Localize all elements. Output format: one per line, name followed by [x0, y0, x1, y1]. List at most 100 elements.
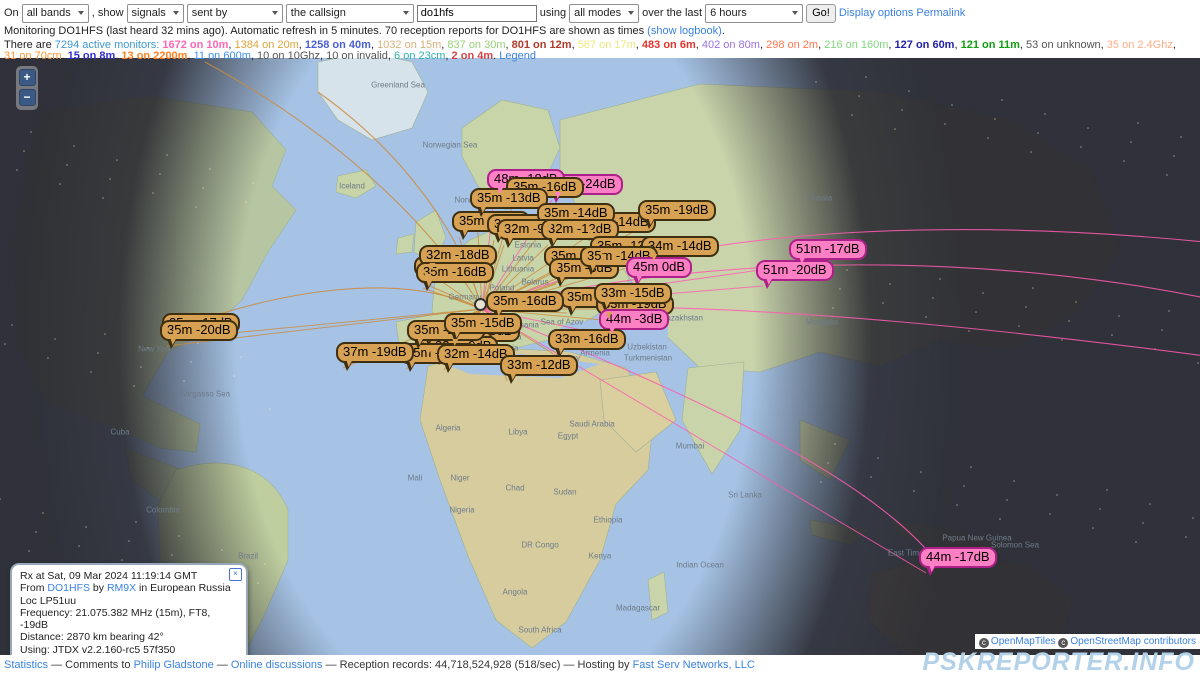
monitor-band-count: 402 on 80m — [702, 39, 760, 51]
link[interactable]: Fast Serv Networks, LLC — [633, 659, 755, 671]
monitor-band-count: 10 on 10Ghz — [257, 50, 320, 62]
link[interactable]: RM9X — [107, 582, 136, 594]
report-balloon[interactable]: 51m -17dB — [789, 239, 867, 260]
map-place-label: Colombia — [146, 506, 180, 515]
map-place-label: Uzbekistan — [627, 343, 667, 352]
monitor-band-count: 127 on 60m — [895, 39, 955, 51]
map-place-label: Cuba — [110, 428, 129, 437]
map-place-label: Egypt — [558, 432, 578, 441]
link[interactable]: Online discussions — [231, 659, 323, 671]
zoom-in-button[interactable]: + — [19, 69, 36, 86]
map-place-label: Mumbai — [676, 442, 704, 451]
display-options-link[interactable]: Display options — [839, 7, 914, 19]
signals-select-value: signals — [132, 7, 166, 19]
band-select[interactable]: all bands — [22, 4, 89, 23]
legend-link[interactable]: Legend — [499, 50, 536, 62]
map-place-label: DR Congo — [521, 541, 558, 550]
link[interactable]: Philip Gladstone — [134, 659, 214, 671]
map-place-label: Sri Lanka — [728, 491, 762, 500]
report-balloon[interactable]: 35m -15dB — [444, 313, 522, 334]
sent-by-select-value: sent by — [192, 7, 227, 19]
monitor-band-count: 216 on 160m — [824, 39, 888, 51]
report-balloon[interactable]: 33m -16dB — [548, 329, 626, 350]
map-place-label: Norwegian Sea — [423, 141, 478, 150]
link[interactable]: (show logbook) — [647, 25, 722, 37]
map-place-label: Brazil — [238, 552, 258, 561]
map-place-label: Sea of Azov — [541, 318, 584, 327]
map-place-label: Algeria — [436, 424, 461, 433]
map-place-label: Belarus — [521, 278, 548, 287]
report-balloon[interactable]: 44m -17dB — [919, 547, 997, 568]
text-segment: From — [20, 582, 47, 594]
map-place-label: Madagascar — [616, 604, 660, 613]
monitor-band-count: 11 on 600m — [194, 50, 251, 62]
report-balloon[interactable]: 45m 0dB — [626, 257, 692, 278]
monitor-band-count: 10 on invalid — [326, 50, 388, 62]
text-segment: — — [214, 659, 231, 671]
go-button[interactable]: Go! — [806, 4, 836, 23]
pskreporter-page: Greenland SeaNorwegian SeaIcelandNorwayS… — [0, 0, 1200, 675]
text-segment: Monitoring DO1HFS (last heard 32 mins ag… — [4, 25, 647, 37]
map-zoom-control: + − — [16, 66, 38, 110]
monitor-band-count: 31 on 70cm — [4, 50, 61, 62]
monitor-band-count: 567 on 17m — [578, 39, 636, 51]
map-place-label: South Africa — [518, 626, 561, 635]
chevron-down-icon — [78, 11, 84, 15]
map-place-label: Angola — [503, 588, 528, 597]
signals-select[interactable]: signals — [127, 4, 184, 23]
band-select-value: all bands — [27, 7, 71, 19]
monitor-band-count: 298 on 2m — [766, 39, 818, 51]
chevron-down-icon — [272, 11, 278, 15]
map-place-label: Sargasso Sea — [180, 390, 230, 399]
callsign-type-value: the callsign — [291, 7, 346, 19]
report-balloon[interactable]: 33m -12dB — [500, 355, 578, 376]
report-balloon[interactable]: 37m -19dB — [336, 342, 414, 363]
map-place-label: Chad — [505, 484, 524, 493]
copyright-icon: c — [979, 638, 989, 648]
report-balloon[interactable]: 35m -13dB — [470, 188, 548, 209]
sent-by-select[interactable]: sent by — [187, 4, 283, 23]
link[interactable]: Statistics — [4, 659, 48, 671]
map-attribution: cOpenMapTiles cOpenStreetMap contributor… — [975, 634, 1200, 649]
link[interactable]: DO1HFS — [47, 582, 90, 594]
text-segment: , — [1173, 39, 1176, 51]
callsign-type-select[interactable]: the callsign — [286, 4, 414, 23]
map-place-label: Latvia — [512, 254, 533, 263]
monitor-band-count: 483 on 6m — [642, 39, 696, 51]
callsign-input[interactable] — [417, 5, 537, 22]
map-place-label: Lithuania — [502, 265, 534, 274]
map-place-label: Sudan — [553, 488, 576, 497]
chevron-down-icon — [173, 11, 179, 15]
active-monitors-line: There are 7294 active monitors: 1672 on … — [4, 40, 1200, 62]
monitor-band-count: 2 on 4m — [452, 50, 494, 62]
map-place-label: Greenland Sea — [371, 81, 425, 90]
query-toolbar: On all bands , show signals sent by the … — [0, 0, 1200, 58]
monitor-band-count: 6 on 23cm — [394, 50, 445, 62]
monitor-band-count: 13 on 2200m — [121, 50, 187, 62]
world-map[interactable]: Greenland SeaNorwegian SeaIcelandNorwayS… — [0, 0, 1200, 675]
map-place-label: Solomon Sea — [991, 541, 1039, 550]
mode-select[interactable]: all modes — [569, 4, 639, 23]
map-place-label: Ethiopia — [594, 516, 623, 525]
popup-from-by: From DO1HFS by RM9X in European Russia L… — [20, 582, 238, 607]
report-balloon[interactable]: 51m -20dB — [756, 260, 834, 281]
openmaptiles-link[interactable]: OpenMapTiles — [991, 636, 1056, 647]
report-balloon[interactable]: 35m -16dB — [486, 291, 564, 312]
report-balloon[interactable]: 33m -15dB — [594, 283, 672, 304]
map-place-label: Russia — [808, 194, 832, 203]
openstreetmap-link[interactable]: OpenStreetMap contributors — [1070, 636, 1196, 647]
permalink-link[interactable]: Permalink — [916, 7, 965, 19]
map-place-label: Libya — [508, 428, 527, 437]
map-place-label: Niger — [450, 474, 469, 483]
zoom-out-button[interactable]: − — [19, 89, 36, 106]
report-balloon[interactable]: 35m -19dB — [638, 200, 716, 221]
map-place-label: Kenya — [589, 552, 612, 561]
map-place-label: Iceland — [339, 182, 365, 191]
map-place-label: Mali — [408, 474, 423, 483]
close-icon[interactable]: × — [229, 568, 242, 581]
show-label: , show — [92, 7, 124, 19]
monitor-band-count: 15 on 8m — [68, 50, 116, 62]
footer-links-line: Statistics — Comments to Philip Gladston… — [4, 659, 755, 671]
timespan-select[interactable]: 6 hours — [705, 4, 803, 23]
map-place-label: Saudi Arabia — [569, 420, 614, 429]
